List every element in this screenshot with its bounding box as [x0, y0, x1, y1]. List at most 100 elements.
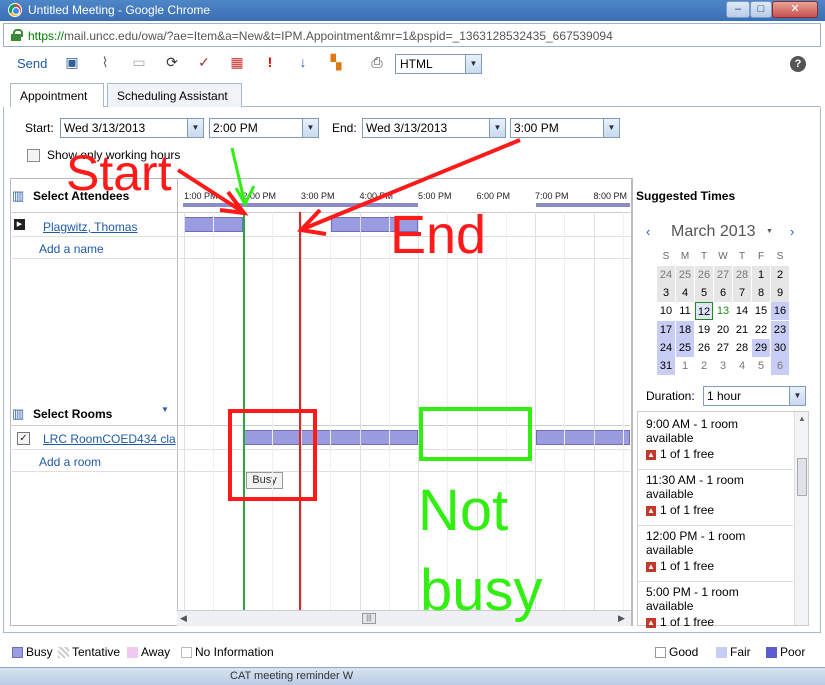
calendar-day[interactable]: 15	[752, 302, 770, 321]
calendar-day[interactable]: 23	[771, 320, 789, 339]
maximize-button[interactable]: □	[750, 1, 772, 18]
suggested-slot[interactable]: 9:00 AM - 1 room available ▲ 1 of 1 free	[638, 415, 793, 470]
calendar-day[interactable]: 28	[733, 338, 751, 357]
poor-swatch	[766, 647, 777, 659]
calendar-day[interactable]: 1	[752, 266, 770, 284]
calendar-day[interactable]: 31	[657, 357, 675, 375]
chevron-down-icon[interactable]: ▼	[161, 405, 169, 414]
calendar-day[interactable]: 6	[771, 357, 789, 375]
cancel-meeting-icon[interactable]: ▦	[229, 54, 245, 70]
calendar-day[interactable]: 10	[657, 302, 675, 321]
low-importance-icon[interactable]: ↓	[295, 54, 311, 70]
calendar-day[interactable]: 26	[695, 338, 713, 357]
horizontal-scrollbar[interactable]: ◀ ||| ▶	[177, 610, 631, 626]
minimize-button[interactable]: –	[726, 1, 750, 18]
calendar-day[interactable]: 25	[676, 266, 694, 284]
grid-vertical-line	[477, 212, 478, 610]
attendee-name-link[interactable]: Plagwitz, Thomas	[43, 220, 137, 234]
calendar-day[interactable]: 27	[714, 266, 732, 284]
vertical-scrollbar[interactable]: ▲	[794, 412, 808, 625]
calendar-day[interactable]: 28	[733, 266, 751, 284]
categories-icon[interactable]: ▚	[328, 54, 344, 70]
calendar-day[interactable]: 3	[714, 357, 732, 375]
attach-icon[interactable]: ⌇	[97, 54, 113, 70]
calendar-day[interactable]: 3	[657, 284, 675, 303]
tab-scheduling-assistant[interactable]: Scheduling Assistant	[107, 83, 242, 107]
calendar-day[interactable]: 16	[771, 302, 789, 321]
calendar-day[interactable]: 17	[657, 320, 675, 339]
working-hours-checkbox[interactable]	[27, 149, 40, 162]
calendar-day[interactable]: 22	[752, 320, 770, 339]
help-icon[interactable]: ?	[790, 56, 806, 72]
timeline-hour-label: 7:00 PM	[535, 191, 569, 201]
scroll-thumb[interactable]	[797, 458, 807, 496]
high-importance-icon[interactable]: !	[262, 54, 278, 70]
room-checkbox[interactable]: ✓	[17, 432, 30, 445]
start-date-select[interactable]: Wed 3/13/2013 ▼	[60, 118, 204, 138]
calendar-day[interactable]: 25	[676, 338, 694, 357]
busy-tooltip: Busy	[246, 472, 283, 489]
calendar-month-title[interactable]: March 2013	[671, 223, 756, 241]
insert-image-icon[interactable]: ▭	[131, 54, 147, 70]
start-time-select[interactable]: 2:00 PM ▼	[209, 118, 319, 138]
calendar-day[interactable]: 20	[714, 320, 732, 339]
room-name-link[interactable]: LRC RoomCOED434 cla	[43, 432, 176, 446]
address-book-icon[interactable]: ▥	[12, 406, 24, 422]
calendar-day[interactable]: 26	[695, 266, 713, 284]
calendar-day[interactable]: 5	[695, 284, 713, 303]
busy-swatch	[12, 647, 23, 659]
refresh-icon[interactable]: ⟳	[164, 54, 180, 70]
duration-select[interactable]: 1 hour ▼	[703, 386, 806, 406]
send-button[interactable]: Send	[17, 56, 47, 71]
check-names-icon[interactable]: ✓	[196, 54, 212, 70]
chevron-down-icon: ▼	[465, 55, 481, 73]
add-name-link[interactable]: Add a name	[39, 242, 104, 256]
format-select[interactable]: HTML ▼	[395, 54, 482, 74]
close-window-button[interactable]: ✕	[772, 1, 818, 18]
scroll-right-icon[interactable]: ▶	[618, 613, 625, 624]
tab-appointment[interactable]: Appointment	[10, 83, 104, 108]
calendar-day[interactable]: 13	[714, 302, 732, 321]
end-date-select[interactable]: Wed 3/13/2013 ▼	[362, 118, 506, 138]
calendar-day[interactable]: 24	[657, 338, 675, 357]
calendar-day[interactable]: 4	[676, 284, 694, 303]
scroll-up-icon[interactable]: ▲	[798, 414, 806, 423]
address-bar[interactable]: https://mail.uncc.edu/owa/?ae=Item&a=New…	[3, 23, 821, 47]
scroll-left-icon[interactable]: ◀	[180, 613, 187, 624]
calendar-day[interactable]: 30	[771, 338, 789, 357]
calendar-day[interactable]: 24	[657, 266, 675, 284]
calendar-day[interactable]: 6	[714, 284, 732, 303]
calendar-day[interactable]: 18	[676, 320, 694, 339]
end-time-select[interactable]: 3:00 PM ▼	[510, 118, 620, 138]
print-icon[interactable]: ⎙	[369, 54, 385, 70]
calendar-day[interactable]: 4	[733, 357, 751, 375]
calendar-day[interactable]: 2	[695, 357, 713, 375]
next-month-icon[interactable]: ›	[790, 224, 794, 239]
calendar-day[interactable]: 29	[752, 338, 770, 357]
grid-vertical-line	[184, 212, 185, 610]
suggested-slot[interactable]: 12:00 PM - 1 room available ▲ 1 of 1 free	[638, 527, 793, 582]
chevron-down-icon[interactable]: ▼	[766, 228, 773, 235]
chevron-down-icon: ▼	[187, 119, 203, 137]
save-icon[interactable]: ▣	[64, 54, 80, 70]
select-rooms-title[interactable]: Select Rooms	[33, 407, 112, 421]
calendar-day[interactable]: 8	[752, 284, 770, 303]
calendar-day[interactable]: 2	[771, 266, 789, 284]
add-room-link[interactable]: Add a room	[39, 455, 101, 469]
calendar-day[interactable]: 21	[733, 320, 751, 339]
suggested-slot[interactable]: 5:00 PM - 1 room available ▲ 1 of 1 free	[638, 583, 793, 638]
annotation-not: Not	[418, 478, 509, 543]
calendar-day[interactable]: 5	[752, 357, 770, 375]
calendar-day[interactable]: 12	[695, 302, 713, 321]
calendar-day[interactable]: 9	[771, 284, 789, 303]
scroll-thumb[interactable]: |||	[362, 613, 376, 624]
calendar-day[interactable]: 27	[714, 338, 732, 357]
calendar-day[interactable]: 14	[733, 302, 751, 321]
address-book-icon[interactable]: ▥	[12, 188, 24, 204]
calendar-day[interactable]: 7	[733, 284, 751, 303]
calendar-day[interactable]: 19	[695, 320, 713, 339]
suggested-slot[interactable]: 11:30 AM - 1 room available ▲ 1 of 1 free	[638, 471, 793, 526]
prev-month-icon[interactable]: ‹	[646, 224, 650, 239]
calendar-day[interactable]: 11	[676, 302, 694, 321]
calendar-day[interactable]: 1	[676, 357, 694, 375]
